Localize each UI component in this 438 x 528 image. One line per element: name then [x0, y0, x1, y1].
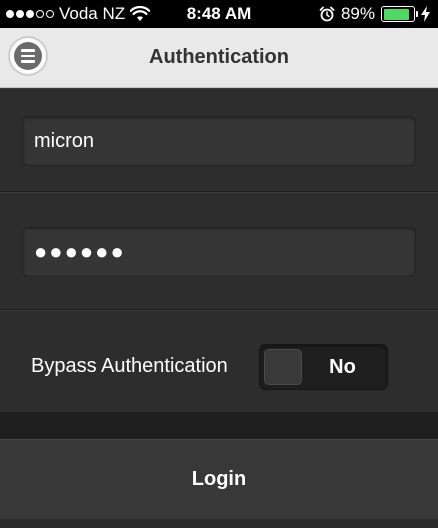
page-title: Authentication [149, 46, 289, 68]
signal-dot [36, 10, 44, 18]
status-right: 89% [319, 4, 430, 24]
alarm-clock-icon [319, 6, 335, 22]
signal-dot [6, 10, 14, 18]
section-divider [0, 413, 438, 439]
menu-line [21, 49, 35, 52]
status-bar: Voda NZ 8:48 AM 89% [0, 0, 438, 28]
signal-dot [26, 10, 34, 18]
username-input[interactable]: micron [22, 116, 416, 166]
password-section: ●●●●●● [0, 192, 438, 310]
bypass-authentication-toggle[interactable]: No [259, 344, 388, 390]
menu-button[interactable] [10, 38, 46, 74]
username-section: micron [0, 88, 438, 192]
menu-line [21, 54, 35, 58]
login-button[interactable]: Login [0, 439, 438, 519]
status-left: Voda NZ [6, 4, 151, 24]
nav-bar: Authentication [0, 28, 438, 88]
wifi-icon [130, 6, 151, 21]
signal-dot [16, 10, 24, 18]
carrier-name: Voda NZ [59, 4, 126, 23]
bottom-edge [0, 519, 438, 528]
password-input[interactable]: ●●●●●● [22, 227, 416, 277]
menu-line [21, 60, 35, 63]
battery-icon [381, 6, 418, 22]
signal-strength-icon [6, 10, 54, 18]
battery-fill [383, 8, 410, 20]
charging-bolt-icon [421, 6, 430, 22]
toggle-state-text: No [329, 355, 356, 378]
hamburger-menu-icon [14, 42, 42, 70]
signal-dot [46, 10, 54, 18]
bypass-authentication-label: Bypass Authentication [31, 355, 228, 377]
toggle-knob[interactable] [264, 349, 302, 385]
battery-percent: 89% [340, 4, 375, 23]
